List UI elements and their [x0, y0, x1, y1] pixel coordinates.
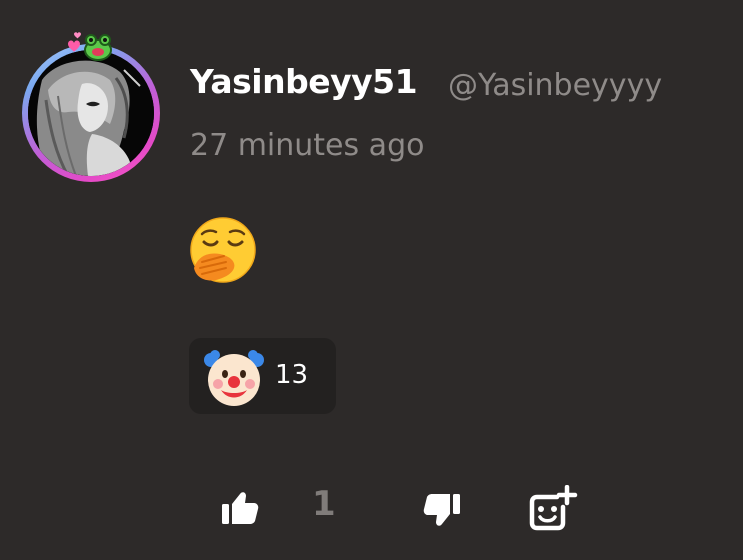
avatar-image	[28, 50, 154, 176]
reaction-chip-clown[interactable]: 13	[189, 338, 336, 414]
add-emoji-icon	[529, 484, 578, 531]
clown-face-emoji	[203, 346, 265, 408]
add-reaction-button[interactable]	[527, 484, 579, 535]
like-button[interactable]	[218, 486, 262, 530]
anime-avatar-icon	[28, 50, 154, 176]
thumbs-up-icon	[222, 492, 259, 524]
frog-hearts-icon	[64, 30, 124, 66]
yawning-face-emoji	[188, 216, 258, 286]
dislike-button[interactable]	[420, 488, 464, 532]
comment-timestamp: 27 minutes ago	[190, 128, 425, 163]
thumbs-down-icon	[423, 494, 460, 526]
reaction-count: 13	[275, 360, 309, 390]
author-display-name[interactable]: Yasinbeyy51	[190, 62, 418, 101]
author-handle[interactable]: @Yasinbeyyyy	[448, 68, 662, 103]
avatar[interactable]	[22, 32, 160, 182]
like-count: 1	[312, 484, 336, 524]
